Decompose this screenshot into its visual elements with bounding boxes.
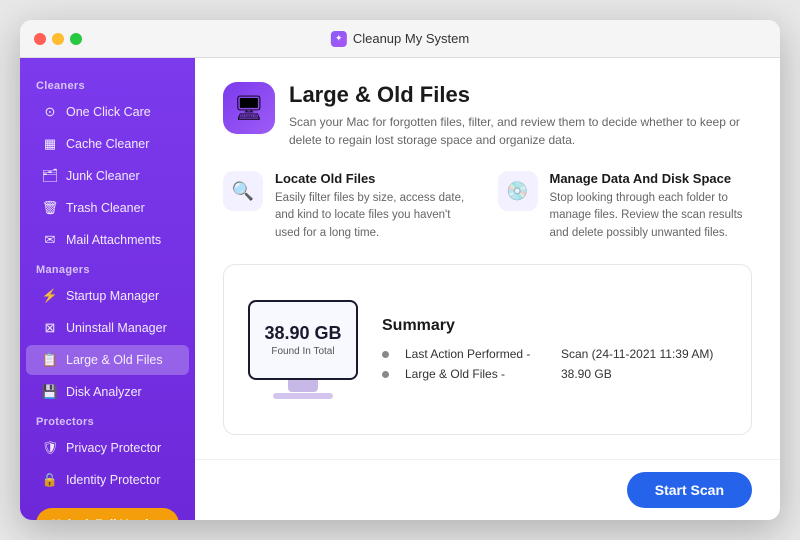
summary-card: 38.90 GB Found In Total Summary Last Act… <box>223 264 752 435</box>
maximize-button[interactable] <box>70 33 82 45</box>
sidebar-item-uninstall-manager[interactable]: ⊠ Uninstall Manager <box>26 313 189 343</box>
sidebar-item-label: Mail Attachments <box>66 233 161 247</box>
sidebar-item-junk-cleaner[interactable]: 🗂 Junk Cleaner <box>26 161 189 191</box>
summary-row-1: Last Action Performed - Scan (24-11-2021… <box>382 347 727 361</box>
sidebar-item-trash-cleaner[interactable]: 🗑 Trash Cleaner <box>26 193 189 223</box>
feature-manage-text: Manage Data And Disk Space Stop looking … <box>550 171 753 242</box>
sidebar-item-disk-analyzer[interactable]: 💾 Disk Analyzer <box>26 377 189 407</box>
sidebar-item-large-old-files[interactable]: 📋 Large & Old Files <box>26 345 189 375</box>
junk-cleaner-icon: 🗂 <box>42 168 58 184</box>
page-description: Scan your Mac for forgotten files, filte… <box>289 113 752 149</box>
summary-dot-1 <box>382 351 389 358</box>
summary-key-1: Last Action Performed - <box>405 347 545 361</box>
startup-icon: ⚡ <box>42 288 58 304</box>
traffic-lights <box>34 33 82 45</box>
trash-cleaner-icon: 🗑 <box>42 200 58 216</box>
summary-dot-2 <box>382 371 389 378</box>
sidebar-item-identity-protector[interactable]: 🔒 Identity Protector <box>26 465 189 495</box>
page-header-text: Large & Old Files Scan your Mac for forg… <box>289 82 752 149</box>
titlebar-title: ✦ Cleanup My System <box>331 31 469 47</box>
sidebar-item-startup-manager[interactable]: ⚡ Startup Manager <box>26 281 189 311</box>
sidebar: Cleaners ⊙ One Click Care ▦ Cache Cleane… <box>20 58 195 520</box>
summary-info: Summary Last Action Performed - Scan (24… <box>382 317 727 381</box>
sidebar-item-label: Cache Cleaner <box>66 137 149 151</box>
app-title: Cleanup My System <box>353 31 469 46</box>
feature-locate-text: Locate Old Files Easily filter files by … <box>275 171 478 242</box>
identity-icon: 🔒 <box>42 472 58 488</box>
summary-value-1: Scan (24-11-2021 11:39 AM) <box>561 347 713 361</box>
locate-files-icon: 🔍 <box>223 171 263 211</box>
monitor-base <box>273 393 333 399</box>
summary-row-2: Large & Old Files - 38.90 GB <box>382 367 727 381</box>
feature-locate-files: 🔍 Locate Old Files Easily filter files b… <box>223 171 478 242</box>
summary-rows: Last Action Performed - Scan (24-11-2021… <box>382 347 727 381</box>
mail-icon: ✉ <box>42 232 58 248</box>
main-window: ✦ Cleanup My System Cleaners ⊙ One Click… <box>20 20 780 520</box>
sidebar-item-label: Trash Cleaner <box>66 201 145 215</box>
page-icon: 🖥 <box>223 82 275 134</box>
monitor-size-value: 38.90 GB <box>264 323 341 344</box>
disk-icon: 💾 <box>42 384 58 400</box>
start-scan-button[interactable]: Start Scan <box>627 472 752 508</box>
sidebar-item-label: Junk Cleaner <box>66 169 140 183</box>
uninstall-icon: ⊠ <box>42 320 58 336</box>
large-files-icon: 📋 <box>42 352 58 368</box>
sidebar-item-cache-cleaner[interactable]: ▦ Cache Cleaner <box>26 129 189 159</box>
feature2-title: Manage Data And Disk Space <box>550 171 753 186</box>
feature1-desc: Easily filter files by size, access date… <box>275 190 478 242</box>
content-area: Cleaners ⊙ One Click Care ▦ Cache Cleane… <box>20 58 780 520</box>
footer-bar: Start Scan <box>195 459 780 520</box>
monitor-stand <box>288 380 318 392</box>
monitor-graphic: 38.90 GB Found In Total <box>248 300 358 399</box>
sidebar-item-label: Startup Manager <box>66 289 159 303</box>
monitor-label: Found In Total <box>271 346 334 357</box>
sidebar-item-one-click-care[interactable]: ⊙ One Click Care <box>26 97 189 127</box>
sidebar-item-label: Identity Protector <box>66 473 161 487</box>
feature-manage-disk: 💿 Manage Data And Disk Space Stop lookin… <box>498 171 753 242</box>
privacy-icon: 🛡 <box>42 440 58 456</box>
feature1-title: Locate Old Files <box>275 171 478 186</box>
page-icon-symbol: 🖥 <box>234 94 264 123</box>
sidebar-item-mail-attachments[interactable]: ✉ Mail Attachments <box>26 225 189 255</box>
cleaners-section-label: Cleaners <box>20 72 195 96</box>
sidebar-item-privacy-protector[interactable]: 🛡 Privacy Protector <box>26 433 189 463</box>
titlebar: ✦ Cleanup My System <box>20 20 780 58</box>
sidebar-item-label: One Click Care <box>66 105 151 119</box>
minimize-button[interactable] <box>52 33 64 45</box>
summary-value-2: 38.90 GB <box>561 367 612 381</box>
protectors-section-label: Protectors <box>20 408 195 432</box>
sidebar-bottom: Unlock Full Version <box>20 496 195 520</box>
main-content: 🖥 Large & Old Files Scan your Mac for fo… <box>195 58 780 459</box>
sidebar-item-label: Uninstall Manager <box>66 321 167 335</box>
one-click-care-icon: ⊙ <box>42 104 58 120</box>
unlock-full-version-button[interactable]: Unlock Full Version <box>36 508 179 520</box>
app-icon: ✦ <box>331 31 347 47</box>
cache-cleaner-icon: ▦ <box>42 136 58 152</box>
monitor-screen: 38.90 GB Found In Total <box>248 300 358 380</box>
summary-title: Summary <box>382 317 727 335</box>
managers-section-label: Managers <box>20 256 195 280</box>
sidebar-item-label: Disk Analyzer <box>66 385 142 399</box>
page-header: 🖥 Large & Old Files Scan your Mac for fo… <box>223 82 752 149</box>
sidebar-item-label: Privacy Protector <box>66 441 161 455</box>
close-button[interactable] <box>34 33 46 45</box>
sidebar-item-label: Large & Old Files <box>66 353 163 367</box>
summary-key-2: Large & Old Files - <box>405 367 545 381</box>
manage-disk-icon: 💿 <box>498 171 538 211</box>
page-title: Large & Old Files <box>289 82 752 108</box>
feature2-desc: Stop looking through each folder to mana… <box>550 190 753 242</box>
features-row: 🔍 Locate Old Files Easily filter files b… <box>223 171 752 242</box>
